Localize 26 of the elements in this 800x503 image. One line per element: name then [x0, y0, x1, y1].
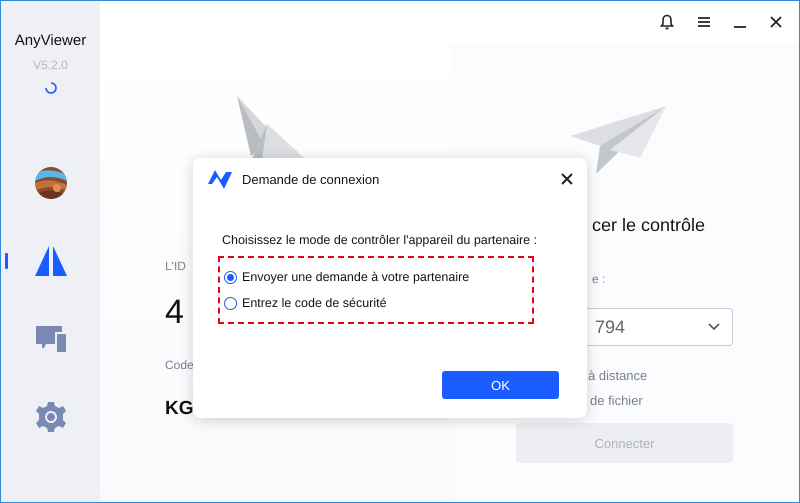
code-label: Code: [165, 358, 194, 372]
app-name: AnyViewer: [14, 32, 86, 49]
id-value: 4: [165, 293, 184, 332]
panel-title: cer le contrôle: [592, 215, 706, 236]
option-label: de fichier: [590, 393, 643, 408]
menu-icon[interactable]: [697, 16, 711, 28]
field-label: e :: [592, 272, 606, 286]
code-value: KG: [165, 398, 194, 420]
bell-icon[interactable]: [659, 14, 675, 30]
loading-icon: [44, 82, 56, 94]
option-label: à distance: [588, 368, 648, 383]
version-label: V5.2.0: [33, 58, 68, 72]
sails-icon: [34, 244, 68, 278]
dialog-title: Demande de connexion: [242, 172, 380, 186]
prompt-text: Choisissez le mode de contrôler l'appareil du partenaire :: [222, 233, 538, 247]
radio-option[interactable]: Envoyer une demande à votre partenaire: [224, 270, 532, 284]
close-icon[interactable]: [769, 15, 783, 29]
ok-button[interactable]: OK: [442, 371, 559, 399]
radio-option[interactable]: Entrez le code de sécurité: [224, 296, 532, 310]
id-label: L'ID: [165, 259, 186, 273]
chevron-down-icon: [708, 323, 720, 331]
logo-icon: [207, 168, 233, 190]
close-icon[interactable]: [561, 173, 573, 185]
active-indicator: [5, 253, 8, 269]
settings-icon: [34, 401, 66, 433]
screens-icon: [36, 326, 66, 352]
